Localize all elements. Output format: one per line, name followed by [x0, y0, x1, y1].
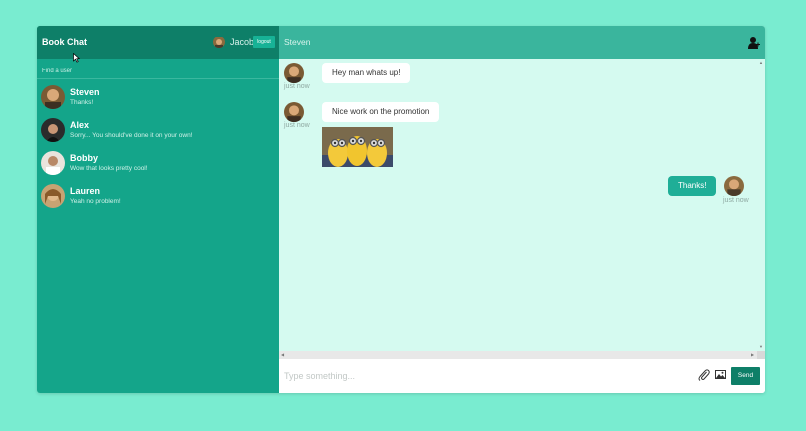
image-icon[interactable] — [715, 369, 726, 380]
chat-app: Book Chat Jacob logout Steven Thanks! Al… — [37, 26, 765, 393]
contact-preview: Wow that looks pretty cool! — [70, 165, 148, 172]
message-bubble: Nice work on the promotion — [322, 102, 440, 122]
message-bubble: Hey man whats up! — [322, 63, 411, 83]
current-user-name: Jacob — [230, 37, 255, 47]
message-time: just now — [723, 197, 749, 204]
sent-message-bubble: Thanks! — [668, 176, 717, 196]
scroll-right-icon[interactable]: ▶ — [751, 352, 754, 357]
scroll-up-icon[interactable]: ▲ — [759, 60, 763, 65]
contact-preview: Sorry... You should've done it on your o… — [70, 132, 193, 139]
message-input[interactable] — [284, 367, 684, 385]
message-time: just now — [284, 83, 310, 90]
scroll-down-icon[interactable]: ▼ — [759, 344, 763, 349]
app-brand: Book Chat — [42, 37, 87, 47]
avatar — [41, 85, 65, 109]
contact-item-alex[interactable]: Alex Sorry... You should've done it on y… — [37, 115, 279, 145]
user-add-icon[interactable] — [748, 36, 760, 49]
mouse-cursor-icon — [73, 53, 80, 63]
scrollbar-corner — [757, 351, 765, 359]
paperclip-icon[interactable] — [698, 369, 710, 381]
chat-panel: Steven Hey man whats up! just now Nice w… — [279, 26, 765, 393]
current-user-avatar — [213, 36, 225, 48]
avatar — [41, 184, 65, 208]
chat-header: Steven — [279, 26, 765, 59]
send-button[interactable]: Send — [731, 367, 760, 385]
message-avatar — [284, 102, 304, 122]
sidebar: Book Chat Jacob logout Steven Thanks! Al… — [37, 26, 279, 393]
chat-title: Steven — [284, 37, 311, 47]
message-avatar — [724, 176, 744, 196]
scroll-left-icon[interactable]: ◀ — [281, 352, 284, 357]
contact-item-steven[interactable]: Steven Thanks! — [37, 82, 279, 112]
horizontal-scrollbar[interactable]: ◀ ▶ — [279, 351, 765, 359]
contact-name: Lauren — [70, 186, 101, 196]
avatar — [41, 151, 65, 175]
contact-name: Bobby — [70, 153, 98, 163]
attached-image[interactable] — [322, 127, 393, 167]
contact-preview: Yeah no problem! — [70, 198, 121, 205]
contact-item-lauren[interactable]: Lauren Yeah no problem! — [37, 181, 279, 211]
vertical-scrollbar[interactable]: ▲ ▼ — [758, 59, 765, 351]
contact-name: Steven — [70, 87, 100, 97]
find-user-input[interactable] — [37, 61, 279, 81]
message-time: just now — [284, 122, 310, 129]
contact-preview: Thanks! — [70, 99, 94, 106]
contact-name: Alex — [70, 120, 90, 130]
message-avatar — [284, 63, 304, 83]
logout-button[interactable]: logout — [253, 36, 275, 48]
avatar — [41, 118, 65, 142]
message-composer: Send — [279, 359, 765, 393]
contact-item-bobby[interactable]: Bobby Wow that looks pretty cool! — [37, 148, 279, 178]
